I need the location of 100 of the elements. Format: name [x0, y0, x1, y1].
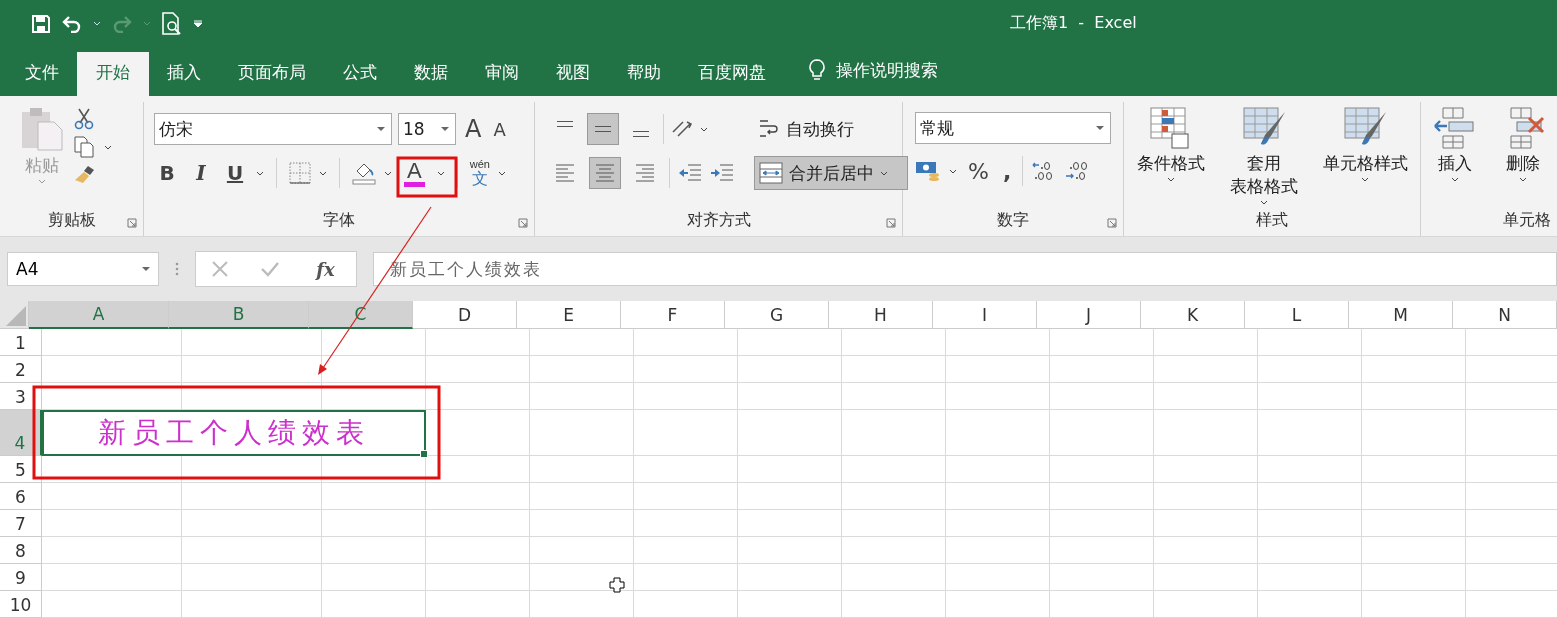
caret-icon[interactable] [1259, 200, 1268, 205]
merge-cells-icon [759, 162, 783, 184]
column-header[interactable]: H [829, 301, 933, 329]
row-header[interactable]: 5 [0, 456, 42, 483]
column-header[interactable]: E [517, 301, 621, 329]
caret-icon[interactable] [1519, 177, 1527, 182]
print-preview-icon[interactable] [161, 12, 183, 36]
dialog-launcher-icon[interactable] [518, 218, 528, 228]
wrap-text-button[interactable]: 自动换行 [754, 112, 908, 146]
caret-icon[interactable] [256, 170, 264, 176]
row-header[interactable]: 8 [0, 537, 42, 564]
align-lines-icon [632, 131, 650, 137]
group-label: 样式 [1256, 210, 1288, 231]
column-header[interactable]: K [1141, 301, 1245, 329]
column-header[interactable]: G [725, 301, 829, 329]
ribbon-tab[interactable]: 插入 [148, 52, 220, 96]
group-label: 字体 [323, 209, 355, 231]
column-header[interactable]: A [29, 301, 169, 329]
drag-handle-icon[interactable] [175, 261, 179, 277]
vertical-align-button[interactable] [587, 113, 619, 145]
caret-icon[interactable] [384, 170, 392, 176]
ribbon-tab[interactable]: 文件 [6, 52, 78, 96]
ribbon-tab[interactable]: 帮助 [608, 52, 680, 96]
row-header[interactable]: 7 [0, 510, 42, 537]
ribbon-tab[interactable]: 数据 [395, 52, 467, 96]
column-header[interactable]: N [1453, 301, 1557, 329]
caret-icon[interactable] [1166, 177, 1175, 182]
active-merged-cell[interactable]: 新员工个人绩效表 [42, 410, 426, 456]
ribbon-tab[interactable]: 视图 [537, 52, 609, 96]
name-box[interactable]: A4 [7, 252, 159, 286]
customize-toolbar-icon[interactable] [193, 20, 203, 28]
row-header[interactable]: 1 [0, 329, 42, 356]
styles-button[interactable]: 单元格样式 [1322, 152, 1408, 175]
row-header[interactable]: 4 [0, 410, 42, 456]
caret-icon[interactable] [104, 144, 112, 150]
increase-indent-icon[interactable] [710, 163, 734, 183]
cells-button[interactable]: 删除 [1506, 152, 1540, 175]
caret-icon[interactable] [949, 168, 957, 174]
ribbon-tab[interactable]: 审阅 [466, 52, 538, 96]
caret-icon[interactable] [1451, 177, 1459, 182]
row-header[interactable]: 2 [0, 356, 42, 383]
phonetic-guide-button[interactable]: wén 文 [469, 158, 490, 188]
caret-icon[interactable] [1361, 177, 1369, 182]
font-style-button[interactable]: I [188, 161, 214, 185]
ribbon-tab[interactable]: 开始 [77, 52, 149, 96]
borders-icon[interactable] [289, 162, 311, 184]
dialog-launcher-icon[interactable] [127, 218, 137, 228]
number-format-dropdown[interactable]: 常规 [915, 112, 1111, 144]
ribbon-tab[interactable]: 页面布局 [219, 52, 325, 96]
copy-icon[interactable] [74, 136, 94, 158]
undo-icon[interactable] [61, 15, 83, 33]
save-icon[interactable] [31, 14, 51, 34]
dialog-launcher-icon[interactable] [886, 218, 896, 228]
clipboard-icon[interactable] [20, 106, 64, 152]
column-header[interactable]: J [1037, 301, 1141, 329]
caret-icon[interactable] [436, 170, 445, 176]
enter-checkmark-icon[interactable] [259, 260, 280, 278]
row-header[interactable]: 10 [0, 591, 42, 618]
column-header[interactable]: D [413, 301, 517, 329]
group-label: 数字 [997, 209, 1029, 231]
ribbon-tab[interactable]: 百度网盘 [679, 52, 785, 96]
row-header[interactable]: 3 [0, 383, 42, 410]
percent-style-button[interactable]: % [965, 158, 992, 184]
triangle-icon [6, 306, 26, 326]
group-label: 对齐方式 [686, 209, 751, 231]
insert-cells-icon[interactable] [1433, 106, 1477, 150]
font-size-dropdown[interactable]: 18 [398, 113, 456, 145]
caret-icon[interactable] [700, 126, 708, 132]
column-header[interactable]: L [1245, 301, 1349, 329]
shrink-font-button[interactable]: A [490, 118, 509, 140]
column-header[interactable]: F [621, 301, 725, 329]
ribbon-tab[interactable]: 公式 [324, 52, 396, 96]
dialog-launcher-icon[interactable] [1107, 218, 1117, 228]
row-header[interactable]: 6 [0, 483, 42, 510]
fill-bucket-icon[interactable] [352, 161, 376, 185]
styles-button[interactable]: 条件格式 [1136, 152, 1205, 175]
column-header[interactable]: B [169, 301, 309, 329]
merge-center-button[interactable]: 合并后居中 [754, 156, 908, 190]
font-color-button[interactable]: A [400, 159, 429, 187]
font-style-button[interactable]: B [154, 161, 180, 185]
align-lines-icon [595, 163, 615, 183]
decrease-indent-icon[interactable] [678, 163, 702, 183]
column-header[interactable]: I [933, 301, 1037, 329]
insert-function-button[interactable]: fx [310, 257, 341, 281]
comma-style-button[interactable]: , [999, 158, 1015, 184]
font-name-dropdown[interactable]: 仿宋 [154, 113, 392, 145]
formula-input[interactable]: 新员工个人绩效表 [373, 252, 1557, 286]
caret-icon[interactable] [319, 170, 327, 176]
currency-icon[interactable] [915, 160, 941, 182]
grow-font-button[interactable]: A [462, 115, 485, 143]
row-header[interactable]: 9 [0, 564, 42, 591]
tell-me-search[interactable]: 操作说明搜索 [836, 58, 938, 82]
lightbulb-icon[interactable] [808, 59, 826, 81]
format-painter-icon[interactable] [74, 164, 96, 184]
column-header[interactable]: M [1349, 301, 1453, 329]
font-style-button[interactable]: U [222, 161, 248, 185]
cells-button[interactable]: 插入 [1438, 152, 1472, 175]
styles-button[interactable]: 套用 表格格式 [1229, 152, 1298, 198]
scissors-icon[interactable] [74, 108, 94, 130]
caret-icon[interactable] [497, 170, 506, 176]
